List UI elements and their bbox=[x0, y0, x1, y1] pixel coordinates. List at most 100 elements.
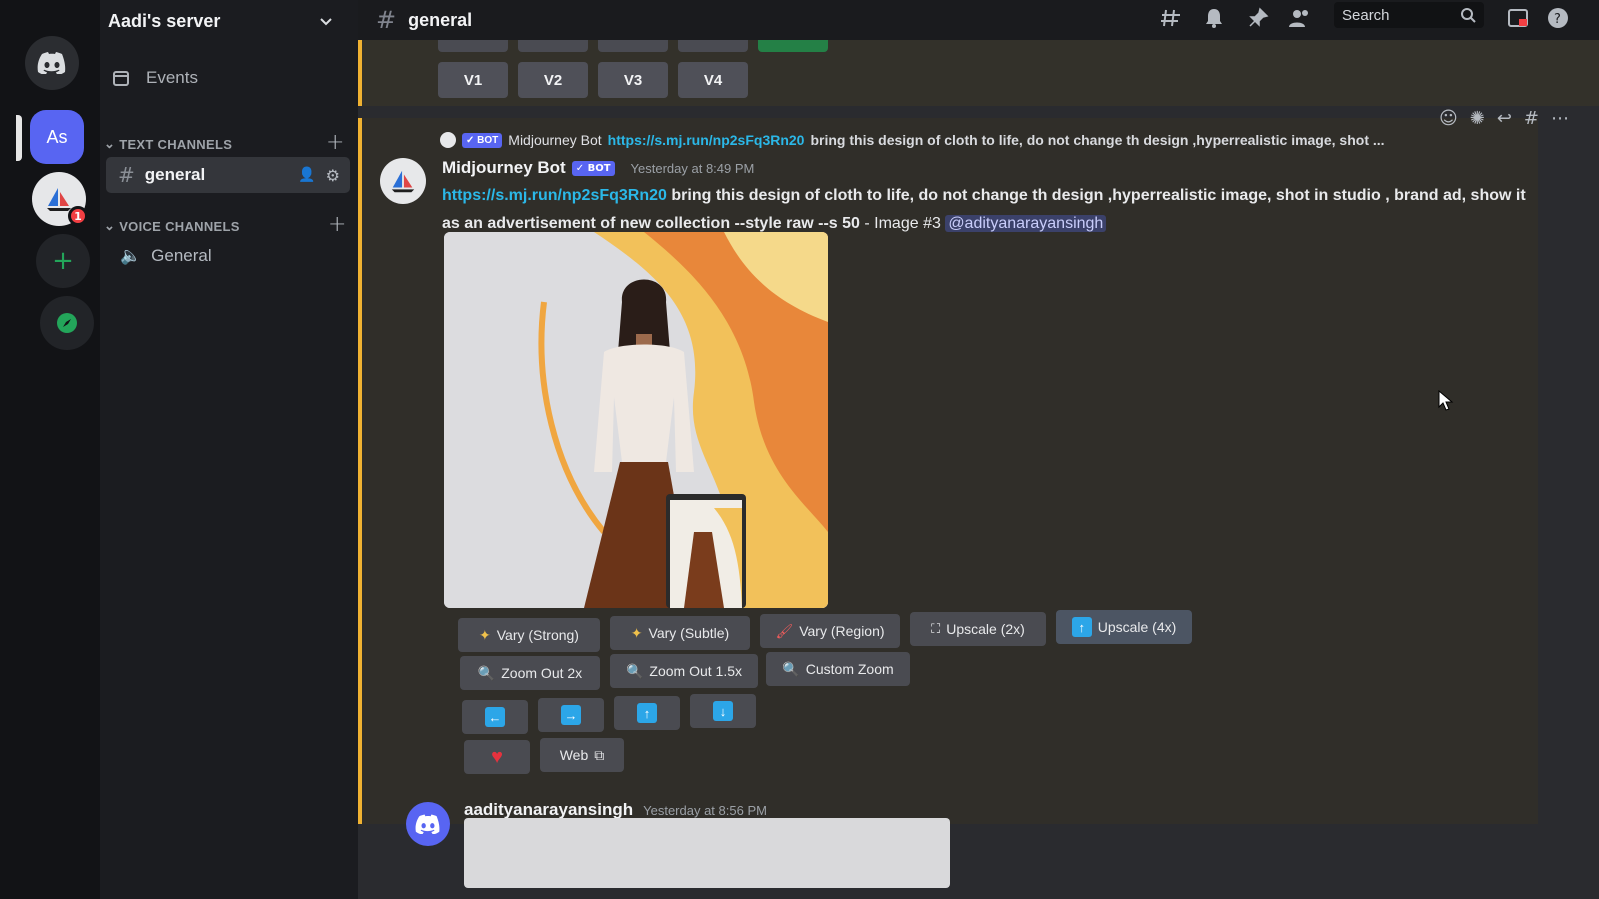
voice-channel-name: General bbox=[151, 246, 212, 265]
prompt-link[interactable]: https://s.mj.run/np2sFq3Rn20 bbox=[442, 187, 667, 204]
reply-link[interactable]: https://s.mj.run/np2sFq3Rn20 bbox=[608, 132, 805, 148]
variation-button-v2[interactable]: V2 bbox=[518, 62, 588, 98]
chevron-down-icon bbox=[320, 18, 332, 26]
upscale-2x-button[interactable]: ⛶ Upscale (2x) bbox=[910, 612, 1046, 646]
voice-channel-general[interactable]: 🔈 General bbox=[120, 246, 212, 266]
custom-zoom-label: Custom Zoom bbox=[805, 661, 894, 677]
channel-title: general bbox=[408, 9, 473, 30]
thread-icon[interactable]: # bbox=[1524, 108, 1539, 129]
help-icon[interactable]: ? bbox=[1544, 4, 1572, 32]
channel-sidebar: Aadi's server Events ⌄ TEXT CHANNELS + #… bbox=[100, 0, 358, 899]
events-item[interactable]: Events bbox=[112, 68, 198, 88]
pan-up-button[interactable]: ↑ bbox=[614, 696, 680, 730]
button-stub[interactable] bbox=[598, 40, 668, 52]
paintbrush-icon: 🖌 bbox=[775, 622, 794, 639]
events-label: Events bbox=[146, 68, 198, 87]
magnifier-icon: 🔍 bbox=[477, 664, 496, 681]
button-stub[interactable] bbox=[758, 40, 828, 52]
create-voice-channel-icon[interactable]: + bbox=[328, 212, 346, 237]
notification-badge: 1 bbox=[68, 206, 88, 226]
sailboat-icon bbox=[391, 170, 415, 193]
more-icon[interactable]: ⋯ bbox=[1551, 108, 1569, 129]
text-channels-category[interactable]: ⌄ TEXT CHANNELS bbox=[104, 136, 232, 152]
text-channels-label: TEXT CHANNELS bbox=[119, 136, 233, 152]
add-server-button[interactable]: + bbox=[36, 234, 90, 288]
discord-logo-icon bbox=[37, 52, 66, 74]
message-content: https://s.mj.run/np2sFq3Rn20 bring this … bbox=[442, 182, 1532, 238]
category-chevron-icon: ⌄ bbox=[104, 136, 116, 151]
magic-wand-icon: ✦ bbox=[630, 624, 643, 641]
variation-button-v1[interactable]: V1 bbox=[438, 62, 508, 98]
magnifier-icon: 🔍 bbox=[782, 660, 800, 677]
reply-author: Midjourney Bot bbox=[508, 132, 602, 148]
pan-right-button[interactable]: → bbox=[538, 698, 604, 732]
explore-servers-button[interactable] bbox=[40, 296, 94, 350]
members-icon[interactable] bbox=[1286, 4, 1314, 32]
user-mention[interactable]: @adityanarayansingh bbox=[945, 215, 1107, 232]
vary-region-label: Vary (Region) bbox=[799, 623, 885, 639]
channel-item-general[interactable]: # general 👤 ⚙ bbox=[106, 157, 350, 193]
image-number: - Image #3 bbox=[864, 215, 941, 232]
avatar[interactable] bbox=[406, 802, 450, 846]
gear-icon[interactable]: ⚙ bbox=[326, 166, 340, 185]
search-input[interactable]: Search bbox=[1334, 2, 1484, 28]
message-author[interactable]: Midjourney Bot bbox=[442, 158, 566, 178]
generated-image[interactable] bbox=[444, 232, 828, 608]
button-stub[interactable] bbox=[678, 40, 748, 52]
server-rail: As 1 + bbox=[0, 0, 100, 899]
reply-reference[interactable]: ✓ BOT Midjourney Bot https://s.mj.run/np… bbox=[440, 132, 1400, 148]
variation-button-v4[interactable]: V4 bbox=[678, 62, 748, 98]
pan-down-button[interactable]: ↓ bbox=[690, 694, 756, 728]
server-header[interactable]: Aadi's server bbox=[100, 0, 358, 42]
upscale-4x-button[interactable]: ↑ Upscale (4x) bbox=[1056, 610, 1192, 644]
channel-header: # general Search ? bbox=[358, 0, 1599, 40]
invite-icon[interactable]: 👤 bbox=[298, 167, 315, 183]
vary-strong-label: Vary (Strong) bbox=[496, 627, 579, 643]
button-stub[interactable] bbox=[518, 40, 588, 52]
message-header: Midjourney Bot ✓ BOT Yesterday at 8:49 P… bbox=[442, 158, 754, 178]
message-timestamp: Yesterday at 8:49 PM bbox=[630, 160, 755, 176]
threads-icon[interactable] bbox=[1158, 4, 1186, 32]
message-timestamp: Yesterday at 8:56 PM bbox=[643, 802, 767, 818]
pan-left-button[interactable]: ← bbox=[462, 700, 528, 734]
search-placeholder: Search bbox=[1342, 6, 1390, 24]
bell-icon[interactable] bbox=[1200, 4, 1228, 32]
arrow-up-icon: ↑ bbox=[1071, 617, 1092, 637]
vary-region-button[interactable]: 🖌 Vary (Region) bbox=[760, 614, 900, 648]
reply-avatar-icon bbox=[440, 132, 456, 148]
zoom-out-1-5x-label: Zoom Out 1.5x bbox=[649, 663, 743, 679]
arrow-up-icon: ↑ bbox=[637, 703, 657, 723]
magic-wand-icon: ✦ bbox=[479, 626, 491, 643]
variation-button-v3[interactable]: V3 bbox=[598, 62, 668, 98]
button-stub[interactable] bbox=[438, 40, 508, 52]
create-text-channel-icon[interactable]: + bbox=[326, 130, 344, 155]
voice-channels-category[interactable]: ⌄ VOICE CHANNELS bbox=[104, 218, 240, 234]
inbox-icon[interactable] bbox=[1504, 4, 1532, 32]
voice-channels-label: VOICE CHANNELS bbox=[119, 218, 240, 234]
add-reaction-icon[interactable]: ☺ bbox=[1439, 108, 1458, 129]
zoom-out-2x-label: Zoom Out 2x bbox=[501, 665, 583, 681]
message-attachment[interactable] bbox=[464, 818, 950, 888]
bot-tag: ✓ BOT bbox=[462, 132, 503, 148]
web-button[interactable]: Web ⧉ bbox=[540, 738, 624, 772]
avatar[interactable] bbox=[380, 158, 426, 204]
hash-icon: # bbox=[118, 163, 135, 187]
arrow-right-icon: → bbox=[561, 705, 581, 725]
speaker-icon: 🔈 bbox=[120, 246, 142, 265]
discord-home-button[interactable] bbox=[25, 36, 79, 90]
favorite-button[interactable]: ♥ bbox=[464, 740, 530, 774]
expand-icon: ⛶ bbox=[931, 621, 941, 636]
reply-icon[interactable]: ↩ bbox=[1497, 108, 1512, 129]
zoom-out-2x-button[interactable]: 🔍 Zoom Out 2x bbox=[460, 656, 600, 690]
zoom-out-1-5x-button[interactable]: 🔍 Zoom Out 1.5x bbox=[610, 654, 758, 688]
vary-subtle-button[interactable]: ✦ Vary (Subtle) bbox=[610, 616, 750, 650]
message-author[interactable]: aadityanarayansingh bbox=[464, 800, 633, 820]
pin-icon[interactable] bbox=[1244, 4, 1272, 32]
heart-icon: ♥ bbox=[491, 745, 503, 768]
vary-strong-button[interactable]: ✦ Vary (Strong) bbox=[458, 618, 600, 652]
server-icon-aadis-server[interactable]: As bbox=[30, 110, 84, 164]
super-reaction-icon[interactable]: ✺ bbox=[1470, 108, 1485, 129]
custom-zoom-button[interactable]: 🔍 Custom Zoom bbox=[766, 652, 910, 686]
arrow-down-icon: ↓ bbox=[713, 701, 733, 721]
server-name: Aadi's server bbox=[108, 10, 221, 31]
